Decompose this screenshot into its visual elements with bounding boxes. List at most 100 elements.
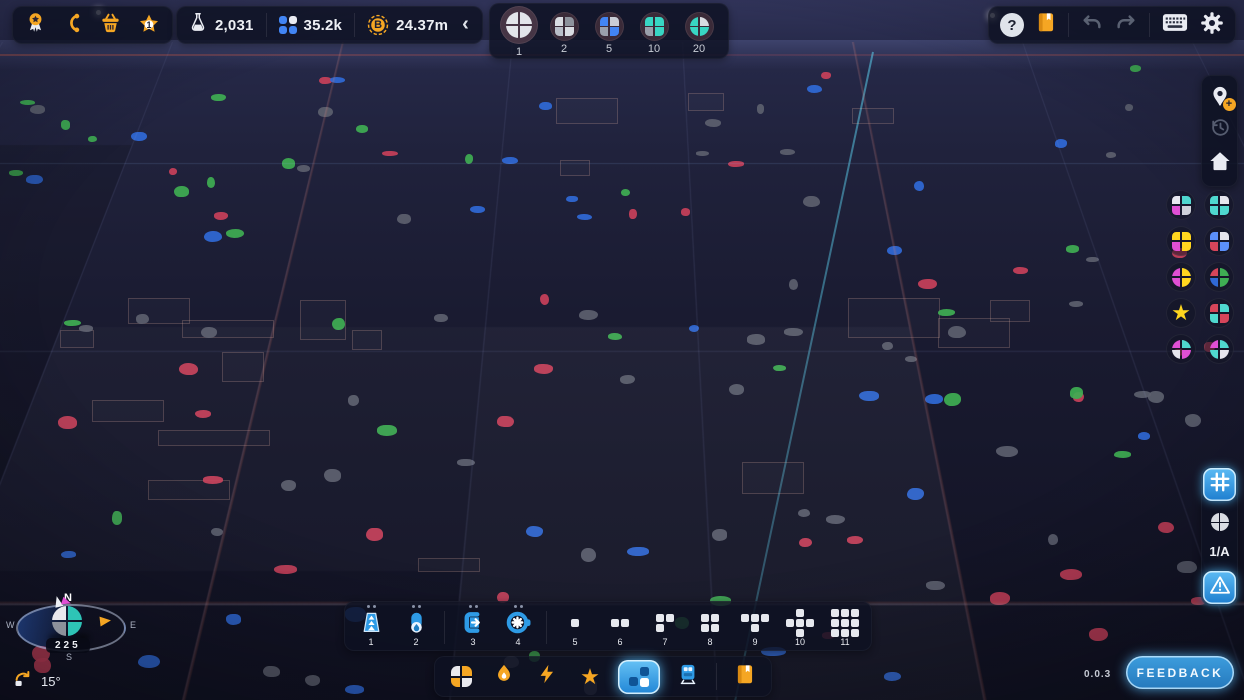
hotbar-slot-11[interactable]: 11: [828, 604, 862, 647]
milestone-badge-1[interactable]: [1166, 190, 1196, 220]
resources-bar: 2,031 35.2k B 24.37m ‹: [176, 6, 483, 44]
shortcuts-button[interactable]: [1162, 13, 1188, 37]
collapse-resources-button[interactable]: ‹: [460, 14, 471, 37]
resource-blob-gray: [882, 342, 893, 350]
resource-blob-red: [799, 538, 811, 547]
resource-blob-green: [938, 309, 955, 316]
shape-goal-2[interactable]: 2: [546, 5, 582, 55]
resource-blob-gray: [1069, 301, 1083, 307]
shape-goal-10[interactable]: 10: [636, 5, 672, 55]
milestone-badge-6[interactable]: [1204, 262, 1234, 292]
factory-structure: [556, 98, 618, 124]
divider: [266, 13, 267, 37]
resource-blob-red: [629, 209, 637, 220]
hotbar-slot-3[interactable]: 3: [456, 604, 490, 647]
redo-button[interactable]: [1115, 12, 1137, 39]
resource-blob-gray: [1148, 391, 1164, 403]
undo-button[interactable]: [1081, 12, 1103, 39]
resource-blob-red: [169, 168, 176, 175]
resource-blob-green: [61, 120, 71, 130]
history-clock-icon: [1209, 116, 1231, 143]
medal-icon: [24, 11, 47, 39]
feedback-button[interactable]: FEEDBACK: [1126, 656, 1234, 689]
resource-blob-gray: [747, 334, 764, 344]
category-knowledge-button[interactable]: [730, 662, 760, 692]
add-waypoint-button[interactable]: +: [1209, 85, 1231, 109]
shape-goal-1[interactable]: 1: [501, 5, 537, 58]
shape-goal-amount: 2: [561, 43, 567, 55]
shapes-quadrant-icon: [451, 666, 472, 687]
milestone-badge-9[interactable]: [1166, 334, 1196, 364]
achievements-button[interactable]: [24, 11, 47, 39]
resource-blob-blue: [914, 181, 924, 191]
resource-blob-blue: [539, 102, 553, 110]
resource-blob-gray: [579, 310, 598, 320]
rank-button[interactable]: 1: [137, 13, 161, 37]
history-button[interactable]: [1209, 116, 1231, 143]
alerts-button[interactable]: [1203, 571, 1236, 604]
settings-button[interactable]: [1200, 11, 1224, 40]
rank-number: 1: [137, 20, 161, 30]
milestone-badge-3[interactable]: [1166, 226, 1196, 256]
star-shape-icon: ★: [1171, 302, 1191, 324]
resource-blob-gray: [263, 666, 280, 677]
milestone-badge-7[interactable]: ★: [1166, 298, 1196, 328]
building-hotbar: 12345678 9 10 11: [344, 601, 872, 651]
compass-south: S: [66, 652, 72, 662]
hub-icon: [506, 609, 531, 636]
camera-tilt: 15°: [12, 669, 61, 694]
resource-blob-red: [179, 363, 198, 374]
milestone-badge-8[interactable]: [1204, 298, 1234, 328]
grid-icon: [1209, 471, 1231, 498]
hotbar-slot-8[interactable]: 8: [693, 604, 727, 647]
shop-button[interactable]: [99, 11, 122, 39]
shape-icon: [1172, 268, 1191, 287]
resource-blob-green: [226, 229, 244, 238]
factory-structure: [418, 558, 480, 572]
hotbar-slot-7[interactable]: 7: [648, 604, 682, 647]
shape-goal-5[interactable]: 5: [591, 5, 627, 55]
category-shapes-button[interactable]: [446, 662, 476, 692]
question-mark-icon: ?: [1007, 17, 1016, 34]
routes-button[interactable]: [62, 12, 84, 39]
milestone-badge-10[interactable]: [1204, 334, 1234, 364]
resource-blob-green: [356, 125, 368, 133]
milestone-badge-4[interactable]: [1204, 226, 1234, 256]
hotbar-slot-2[interactable]: 2: [399, 604, 433, 647]
hotbar-slot-9[interactable]: 9: [738, 604, 772, 647]
compass[interactable]: N W E S 225: [4, 592, 144, 666]
hotbar-slot-5[interactable]: 5: [558, 604, 592, 647]
hotbar-slot-4[interactable]: 4: [501, 604, 535, 647]
shape-goal-amount: 20: [693, 43, 705, 55]
hotbar-number: 9: [752, 637, 757, 647]
shape-goal-20[interactable]: 20: [681, 5, 717, 55]
shapes-stored: 35.2k: [279, 16, 343, 34]
home-button[interactable]: [1208, 150, 1232, 177]
hotbar-slot-6[interactable]: 6: [603, 604, 637, 647]
shape-overlay-button[interactable]: [1211, 513, 1229, 531]
resource-blob-green: [944, 393, 961, 406]
hotbar-slot-10[interactable]: 10: [783, 604, 817, 647]
resource-blob-gray: [348, 395, 359, 406]
milestone-badge-2[interactable]: [1204, 190, 1234, 220]
milestone-badge-5[interactable]: [1166, 262, 1196, 292]
category-energy-button[interactable]: [532, 662, 562, 692]
category-fluids-button[interactable]: [489, 662, 519, 692]
category-trains-button[interactable]: [673, 662, 703, 692]
hotbar-slot-1[interactable]: 1: [354, 604, 388, 647]
resource-blob-green: [207, 177, 215, 187]
help-button[interactable]: ?: [1000, 13, 1024, 37]
view-rail: +: [1201, 75, 1238, 187]
chevron-left-icon: ‹: [460, 14, 471, 37]
category-platforms-button[interactable]: [618, 660, 660, 694]
shape-icon: [1210, 196, 1229, 215]
resource-blob-gray: [581, 548, 596, 562]
resource-blob-green: [1130, 65, 1141, 71]
grid-toggle-button[interactable]: [1203, 468, 1236, 501]
knowledge-button[interactable]: [1036, 11, 1056, 39]
factory-structure: [158, 430, 270, 446]
game-viewport[interactable]: 1 2,031 35.2k B 24.37m ‹: [0, 0, 1244, 700]
shape-icon: [550, 12, 579, 41]
resource-blob-gray: [789, 279, 798, 291]
category-wonders-button[interactable]: ★: [575, 662, 605, 692]
